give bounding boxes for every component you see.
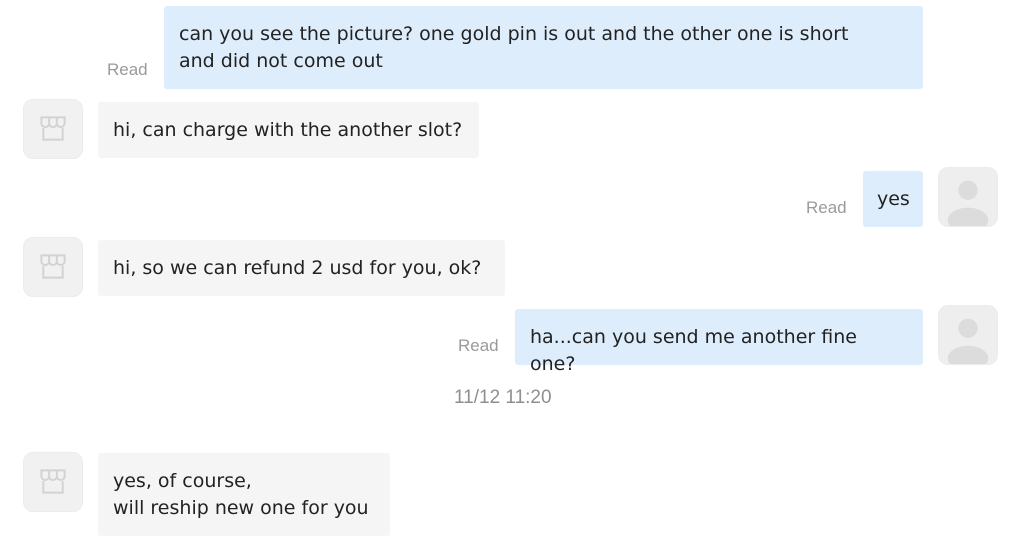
message-bubble-incoming: yes, of course, will reship new one for … xyxy=(98,453,390,536)
customer-avatar[interactable] xyxy=(938,167,998,227)
read-receipt: Read xyxy=(107,60,148,79)
read-receipt: Read xyxy=(806,198,847,217)
message-timestamp: 11/12 11:20 xyxy=(454,387,552,408)
seller-avatar[interactable] xyxy=(23,237,83,297)
store-icon xyxy=(40,116,66,141)
customer-avatar[interactable] xyxy=(938,305,998,365)
seller-avatar[interactable] xyxy=(23,99,83,159)
user-icon xyxy=(939,306,997,364)
message-bubble-outgoing: yes xyxy=(863,171,923,227)
store-icon xyxy=(40,469,66,494)
read-receipt: Read xyxy=(458,336,499,355)
message-bubble-incoming: hi, so we can refund 2 usd for you, ok? xyxy=(98,240,505,296)
message-bubble-incoming: hi, can charge with the another slot? xyxy=(98,102,479,158)
chat-window: can you see the picture? one gold pin is… xyxy=(0,0,1030,545)
user-icon xyxy=(939,168,997,226)
message-bubble-outgoing: can you see the picture? one gold pin is… xyxy=(164,6,923,89)
store-icon xyxy=(40,254,66,279)
message-bubble-outgoing: ha...can you send me another fine one? xyxy=(515,309,923,375)
seller-avatar[interactable] xyxy=(23,452,83,512)
